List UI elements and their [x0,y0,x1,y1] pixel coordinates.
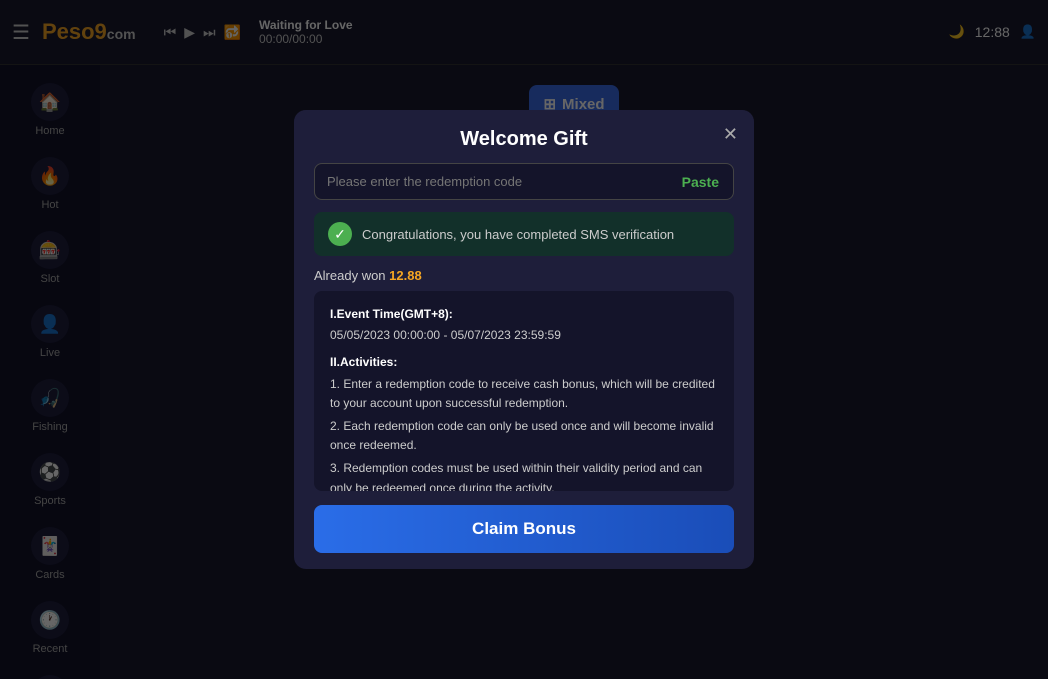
verification-text: Congratulations, you have completed SMS … [362,227,674,242]
verification-banner: ✓ Congratulations, you have completed SM… [314,212,734,256]
paste-button[interactable]: Paste [668,174,733,190]
terms-rule1: 1. Enter a redemption code to receive ca… [330,375,718,413]
modal-header: Welcome Gift [294,110,754,163]
won-amount: 12.88 [389,268,422,283]
claim-bonus-button[interactable]: Claim Bonus [314,505,734,553]
welcome-gift-modal: Welcome Gift ✕ Paste ✓ Congratulations, … [294,110,754,569]
check-icon: ✓ [328,222,352,246]
terms-section2-heading: II.Activities: [330,353,718,372]
redemption-input[interactable] [315,164,668,199]
terms-section1-date: 05/05/2023 00:00:00 - 05/07/2023 23:59:5… [330,326,718,345]
terms-rule3: 3. Redemption codes must be used within … [330,459,718,491]
terms-scroll[interactable]: I.Event Time(GMT+8): 05/05/2023 00:00:00… [314,291,734,491]
modal-title: Welcome Gift [460,128,587,150]
already-won-prefix: Already won [314,268,386,283]
redemption-row: Paste [314,163,734,200]
terms-rule2: 2. Each redemption code can only be used… [330,417,718,455]
close-button[interactable]: ✕ [723,124,738,145]
terms-section1-heading: I.Event Time(GMT+8): [330,305,718,324]
won-row: Already won 12.88 [314,268,734,283]
modal-overlay[interactable]: Welcome Gift ✕ Paste ✓ Congratulations, … [0,0,1048,679]
